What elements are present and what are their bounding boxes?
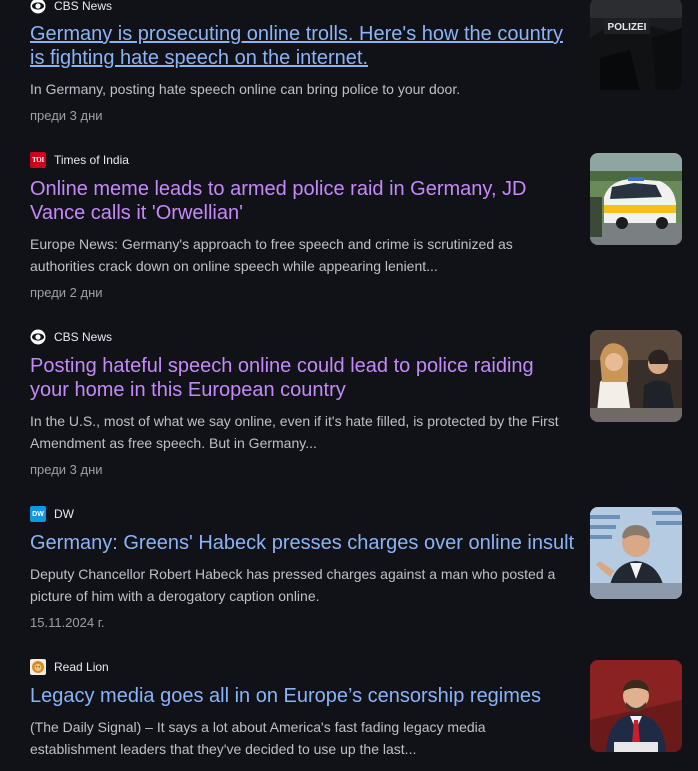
article-source[interactable]: CBS News <box>30 0 112 14</box>
article-snippet: Europe News: Germany's approach to free … <box>30 236 513 274</box>
article-thumbnail[interactable] <box>590 660 682 752</box>
article-source[interactable]: Read Lion <box>30 659 109 675</box>
article-source[interactable]: TOI Times of India <box>30 152 129 168</box>
article-thumbnail[interactable] <box>590 330 682 422</box>
source-name: Times of India <box>54 153 129 167</box>
article-source[interactable]: CBS News <box>30 329 112 345</box>
cbs-eye-icon <box>30 0 46 14</box>
toi-icon: TOI <box>30 152 46 168</box>
thumbnail-text: POLIZEI <box>608 22 647 33</box>
article-snippet: Deputy Chancellor Robert Habeck has pres… <box>30 566 556 604</box>
article-thumbnail[interactable] <box>590 153 682 245</box>
article-headline-link[interactable]: Germany is prosecuting online trolls. He… <box>30 22 578 70</box>
article-thumbnail[interactable] <box>590 507 682 599</box>
article-date: 15.11.2024 г. <box>30 615 105 630</box>
article-headline-link[interactable]: Posting hateful speech online could lead… <box>30 354 578 402</box>
article-source[interactable]: DW DW <box>30 506 74 522</box>
source-name: Read Lion <box>54 660 109 674</box>
cbs-eye-icon <box>30 329 46 345</box>
article-snippet: (The Daily Signal) – It says a lot about… <box>30 719 486 757</box>
lion-icon <box>30 659 46 675</box>
source-name: CBS News <box>54 0 113 13</box>
article-date: преди 3 дни <box>30 462 103 477</box>
news-results-feed: CBS News Germany is prosecuting online t… <box>0 0 698 771</box>
article-date: преди 3 дни <box>30 108 103 123</box>
source-name: CBS News <box>54 330 113 344</box>
article-snippet: In the U.S., most of what we say online,… <box>30 413 559 451</box>
dw-icon: DW <box>30 506 46 522</box>
article-date: преди 2 дни <box>30 285 103 300</box>
article-headline-link[interactable]: Legacy media goes all in on Europe’s cen… <box>30 684 578 708</box>
article-thumbnail[interactable]: POLIZEI <box>590 0 682 90</box>
article-headline-link[interactable]: Online meme leads to armed police raid i… <box>30 177 578 225</box>
article-snippet: In Germany, posting hate speech online c… <box>30 81 461 97</box>
source-name: DW <box>54 507 74 521</box>
article-headline-link[interactable]: Germany: Greens' Habeck presses charges … <box>30 531 578 555</box>
